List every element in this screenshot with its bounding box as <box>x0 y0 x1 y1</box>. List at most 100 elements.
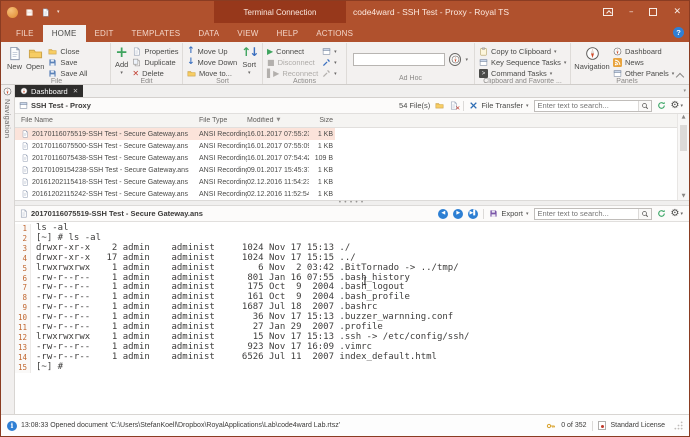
recording-refresh-button[interactable] <box>657 209 666 218</box>
recording-search-button[interactable] <box>638 209 651 219</box>
ribbon-group-panels: Navigation Dashboard News Other Panels▾ … <box>571 43 683 84</box>
ribbon-display-options-icon[interactable] <box>603 8 613 16</box>
file-icon <box>21 142 29 150</box>
key-usage-count: 0 of 352 <box>561 422 586 429</box>
column-header-file-name[interactable]: File Name <box>15 117 199 124</box>
recording-search-input[interactable] <box>535 209 638 218</box>
ad-hoc-dropdown-icon[interactable]: ▾ <box>465 57 468 63</box>
tab-edit[interactable]: EDIT <box>86 25 123 42</box>
wrench-icon <box>322 58 331 67</box>
scroll-up-icon[interactable]: ▲ <box>682 115 686 120</box>
sort-button[interactable]: ↑↓Sort▾ <box>239 44 259 78</box>
resize-grip[interactable] <box>674 421 683 430</box>
save-all-button[interactable]: Save All <box>48 69 87 78</box>
properties-button[interactable]: Properties <box>132 47 178 56</box>
save-button[interactable]: Save <box>48 58 87 67</box>
file-icon <box>21 178 29 186</box>
help-icon[interactable]: ? <box>673 27 684 38</box>
connect-button[interactable]: ▶Connect <box>267 47 318 56</box>
news-panel-button[interactable]: News <box>613 58 674 67</box>
scroll-down-icon[interactable]: ▼ <box>682 194 686 199</box>
license-label: Standard License <box>611 422 665 429</box>
file-list-scrollbar[interactable]: ▲ ▼ <box>677 114 689 200</box>
move-to-button[interactable]: Move to... <box>187 69 237 78</box>
recording-panel-header: 20170116075519-SSH Test - Secure Gateway… <box>15 206 689 222</box>
column-header-file-type[interactable]: File Type <box>199 117 247 124</box>
copy-to-clipboard-button[interactable]: Copy to Clipboard▾ <box>479 47 566 56</box>
key-sequence-tasks-button[interactable]: Key Sequence Tasks▾ <box>479 58 566 67</box>
delete-button[interactable]: ✕Delete <box>132 69 178 78</box>
tab-home[interactable]: HOME <box>43 25 86 42</box>
open-folder-button[interactable] <box>435 101 444 110</box>
terminal-line: [~] # <box>31 363 63 373</box>
table-row[interactable]: 20170116075519-SSH Test - Secure Gateway… <box>15 128 689 140</box>
files-refresh-button[interactable] <box>657 101 666 110</box>
playback-previous-button[interactable]: ◀ <box>438 209 448 219</box>
file-transfer-button[interactable]: File Transfer▾ <box>469 101 528 110</box>
arrow-up-icon: ↑ <box>187 47 195 56</box>
new-label: New <box>7 62 22 71</box>
gear-icon: ⚙ <box>671 101 680 111</box>
files-search-input[interactable] <box>535 101 638 110</box>
table-row[interactable]: 20170109154238-SSH Test - Secure Gateway… <box>15 164 689 176</box>
close-button[interactable]: ✕ <box>673 8 681 17</box>
table-row[interactable]: 20170116075500-SSH Test - Secure Gateway… <box>15 140 689 152</box>
quick-document-icon[interactable] <box>41 8 50 17</box>
move-up-button[interactable]: ↑Move Up <box>187 47 237 56</box>
table-row[interactable]: 20170116075438-SSH Test - Secure Gateway… <box>15 152 689 164</box>
connect-task-disabled-button: ▾ <box>322 69 337 78</box>
qat-dropdown-icon[interactable]: ▾ <box>57 9 60 15</box>
playback-play-button[interactable]: ▶ <box>453 209 463 219</box>
ad-hoc-connect-button[interactable] <box>449 53 461 66</box>
tab-help[interactable]: HELP <box>268 25 308 42</box>
recording-settings-button[interactable]: ⚙▾ <box>671 209 683 219</box>
contextual-tab-terminal-connection[interactable]: Terminal Connection <box>214 1 346 23</box>
command-prompt-icon: > <box>479 69 488 78</box>
minimize-button[interactable]: – <box>629 8 634 17</box>
close-document-button[interactable]: Close <box>48 47 87 56</box>
dashboard-panel-button[interactable]: Dashboard <box>613 47 674 56</box>
sort-descending-icon: ▼ <box>276 118 280 123</box>
scrollbar-thumb[interactable] <box>680 125 687 151</box>
command-tasks-button[interactable]: >Command Tasks▾ <box>479 69 566 78</box>
table-row[interactable]: 20161202115418-SSH Test - Secure Gateway… <box>15 176 689 188</box>
duplicate-button[interactable]: Duplicate <box>132 58 178 67</box>
ad-hoc-input[interactable] <box>353 53 445 66</box>
new-button[interactable]: New <box>5 44 24 78</box>
add-button[interactable]: +Add▾ <box>113 44 130 78</box>
tab-file[interactable]: FILE <box>7 25 43 42</box>
terminal-line: -rw-r--r-- 1 admin administ 6526 Jul 11 … <box>31 353 437 363</box>
playback-next-button[interactable]: ▶▌ <box>468 209 478 219</box>
tab-templates[interactable]: TEMPLATES <box>123 25 190 42</box>
app-logo-icon[interactable] <box>7 7 18 18</box>
tab-data[interactable]: DATA <box>189 25 228 42</box>
table-row[interactable]: 20161202115242-SSH Test - Secure Gateway… <box>15 188 689 200</box>
connect-window-icon <box>322 47 331 56</box>
dashboard-tab-close-icon[interactable]: ✕ <box>73 88 78 95</box>
terminal-output[interactable]: 1ls -al 2[~] # ls -al 3drwxr-xr-x 2 admi… <box>15 222 689 414</box>
connection-window-icon <box>19 101 28 110</box>
quick-access-toolbar: ▾ <box>7 1 60 23</box>
column-header-size[interactable]: Size <box>309 117 335 124</box>
tab-dashboard[interactable]: Dashboard ✕ <box>15 85 83 97</box>
tab-view[interactable]: VIEW <box>228 25 267 42</box>
disconnect-stop-icon: ■ <box>267 59 275 67</box>
column-header-modified[interactable]: Modified▼ <box>247 117 309 124</box>
files-search-button[interactable] <box>638 101 651 111</box>
connect-task-button[interactable]: ▾ <box>322 58 337 67</box>
navigation-panel-button[interactable]: Navigation <box>573 44 611 78</box>
quick-save-icon[interactable] <box>25 8 34 17</box>
tab-actions[interactable]: ACTIONS <box>307 25 362 42</box>
files-settings-button[interactable]: ⚙▾ <box>671 101 683 111</box>
move-down-button[interactable]: ↓Move Down <box>187 58 237 67</box>
open-button[interactable]: Open <box>24 44 46 78</box>
status-bar: i 13:08:33 Opened document 'C:\Users\Ste… <box>1 414 689 436</box>
maximize-button[interactable] <box>649 8 657 16</box>
delete-file-button[interactable]: ✕ <box>449 101 458 110</box>
refresh-icon <box>657 209 666 218</box>
navigation-autohide-strip[interactable]: Navigation <box>1 85 15 414</box>
tab-list-dropdown-icon[interactable]: ▾ <box>683 89 686 94</box>
export-button[interactable]: Export▾ <box>489 209 528 218</box>
connect-options-button[interactable]: ▾ <box>322 47 337 56</box>
other-panels-button[interactable]: Other Panels▾ <box>613 69 674 78</box>
